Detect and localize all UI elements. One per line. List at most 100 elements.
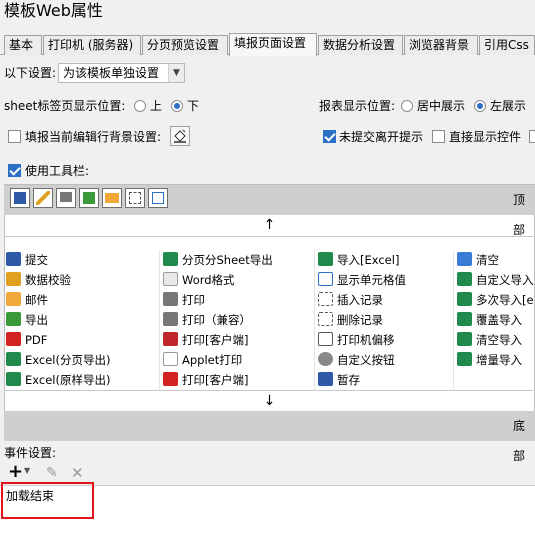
toolbar-item-print[interactable]: 打印: [163, 290, 205, 310]
tab-css[interactable]: 引用Css: [479, 35, 535, 55]
tab-fill-page-settings[interactable]: 填报页面设置: [229, 33, 317, 56]
toolbar-item-export[interactable]: 导出: [6, 310, 48, 330]
item-label: 多次导入[e: [476, 293, 534, 307]
unsubmitted-checkbox[interactable]: [323, 130, 336, 143]
move-up-button[interactable]: ↑: [4, 215, 535, 235]
item-label: 打印[客户端]: [182, 373, 249, 387]
item-label: 删除记录: [337, 313, 383, 327]
cell-icon: [318, 272, 333, 286]
strip-cell-icon[interactable]: [148, 188, 168, 208]
item-label: 清空导入: [476, 333, 522, 347]
item-label: 邮件: [25, 293, 48, 307]
toolbar-item-applet-print[interactable]: Applet打印: [163, 350, 242, 370]
radio-report-center[interactable]: [401, 100, 413, 112]
toolbar-item-insert-record[interactable]: 插入记录: [318, 290, 383, 310]
toolbar-item-clear[interactable]: 清空: [457, 250, 499, 270]
item-label: 提交: [25, 253, 48, 267]
item-label: 打印（兼容）: [182, 313, 251, 327]
mail-icon: [6, 292, 21, 306]
toolbar-item-mail[interactable]: 邮件: [6, 290, 48, 310]
tab-browser-background[interactable]: 浏览器背景: [404, 35, 478, 55]
flash-print-icon: [163, 332, 178, 346]
save-draft-icon: [318, 372, 333, 386]
toolbar-item-custom-button[interactable]: 自定义按钮: [318, 350, 395, 370]
report-position-label: 报表显示位置:: [319, 99, 396, 113]
item-label: 增量导入: [476, 353, 522, 367]
toolbar-item-printer-offset[interactable]: 打印机偏移: [318, 330, 395, 350]
strip-mail-icon[interactable]: [102, 188, 122, 208]
toolbar-item-validate[interactable]: 数据校验: [6, 270, 71, 290]
add-event-button[interactable]: +: [8, 461, 23, 482]
item-label: 导入[Excel]: [337, 253, 400, 267]
excel-icon: [457, 292, 472, 306]
highlight-row-checkbox[interactable]: [8, 130, 21, 143]
toolbar-item-save-draft[interactable]: 暂存: [318, 370, 360, 390]
toolbar-item-excel-paged[interactable]: Excel(分页导出): [6, 350, 110, 370]
scope-label: 以下设置:: [4, 66, 57, 80]
toolbar-item-overwrite-import[interactable]: 覆盖导入: [457, 310, 522, 330]
excel-icon: [457, 312, 472, 326]
tab-printer-server[interactable]: 打印机 (服务器): [43, 35, 141, 55]
item-label: Word格式: [182, 273, 235, 287]
tab-data-analysis[interactable]: 数据分析设置: [318, 35, 403, 55]
check-pencil-icon: [6, 272, 21, 286]
item-label: 分页分Sheet导出: [182, 253, 273, 267]
pdf-print-icon: [163, 372, 178, 386]
toolbar-item-show-cell[interactable]: 显示单元格值: [318, 270, 406, 290]
excel-icon: [163, 252, 178, 266]
gear-icon: [318, 352, 333, 366]
extra-checkbox[interactable]: [529, 130, 535, 143]
unsubmitted-label: 未提交离开提示: [339, 130, 424, 144]
radio-sheet-bottom[interactable]: [171, 100, 183, 112]
sheet-position-label: sheet标签页显示位置:: [4, 99, 126, 113]
tab-basic[interactable]: 基本: [4, 35, 42, 55]
item-label: 覆盖导入: [476, 313, 522, 327]
excel-icon: [6, 352, 21, 366]
use-toolbar-label: 使用工具栏:: [25, 164, 90, 178]
toolbar-item-sheet-export[interactable]: 分页分Sheet导出: [163, 250, 273, 270]
use-toolbar-checkbox[interactable]: [8, 164, 21, 177]
toolbar-item-pdf-print[interactable]: 打印[客户端]: [163, 370, 248, 390]
radio-report-left[interactable]: [474, 100, 486, 112]
move-down-button[interactable]: ↓: [4, 391, 535, 411]
move-icon: [318, 332, 333, 346]
scope-select[interactable]: 为该模板单独设置 ▼: [58, 63, 185, 83]
annotation-highlight-box: [1, 482, 94, 519]
toolbar-item-import-excel[interactable]: 导入[Excel]: [318, 250, 399, 270]
toolbar-item-excel-original[interactable]: Excel(原样导出): [6, 370, 110, 390]
excel-icon: [457, 272, 472, 286]
toolbar-item-custom-import[interactable]: 自定义导入: [457, 270, 534, 290]
export-icon: [6, 312, 21, 326]
toolbar-item-pdf[interactable]: PDF: [6, 330, 47, 350]
edit-icon[interactable]: ✎: [46, 465, 58, 481]
toolbar-item-print-compat[interactable]: 打印（兼容）: [163, 310, 251, 330]
strip-print-icon[interactable]: [56, 188, 76, 208]
strip-pencil-icon[interactable]: [33, 188, 53, 208]
pdf-icon: [6, 332, 21, 346]
strip-insert-icon[interactable]: [125, 188, 145, 208]
toolbar-item-print-client[interactable]: 打印[客户端]: [163, 330, 248, 350]
print-icon: [163, 292, 178, 306]
toolbar-item-word[interactable]: Word格式: [163, 270, 235, 290]
delete-icon[interactable]: ✕: [71, 464, 84, 482]
toolbar-item-delete-record[interactable]: 删除记录: [318, 310, 383, 330]
item-label: Applet打印: [182, 353, 243, 367]
strip-export-icon[interactable]: [79, 188, 99, 208]
item-label: 自定义按钮: [337, 353, 395, 367]
excel-icon: [318, 252, 333, 266]
chevron-down-icon[interactable]: ▼: [24, 466, 30, 475]
toolbar-item-clear-import[interactable]: 清空导入: [457, 330, 522, 350]
toolbar-item-submit[interactable]: 提交: [6, 250, 48, 270]
direct-show-checkbox[interactable]: [432, 130, 445, 143]
fill-color-button[interactable]: [170, 126, 190, 146]
strip-save-icon[interactable]: [10, 188, 30, 208]
toolbar-item-incremental-import[interactable]: 增量导入: [457, 350, 522, 370]
radio-sheet-top[interactable]: [134, 100, 146, 112]
insert-row-icon: [318, 292, 333, 306]
radio-report-left-label: 左展示: [490, 99, 527, 113]
delete-row-icon: [318, 312, 333, 326]
bottom-strip-label: 底部: [513, 419, 526, 463]
tab-page-preview[interactable]: 分页预览设置: [142, 35, 228, 55]
chevron-down-icon: ▼: [168, 64, 184, 82]
toolbar-item-multi-import[interactable]: 多次导入[e: [457, 290, 534, 310]
